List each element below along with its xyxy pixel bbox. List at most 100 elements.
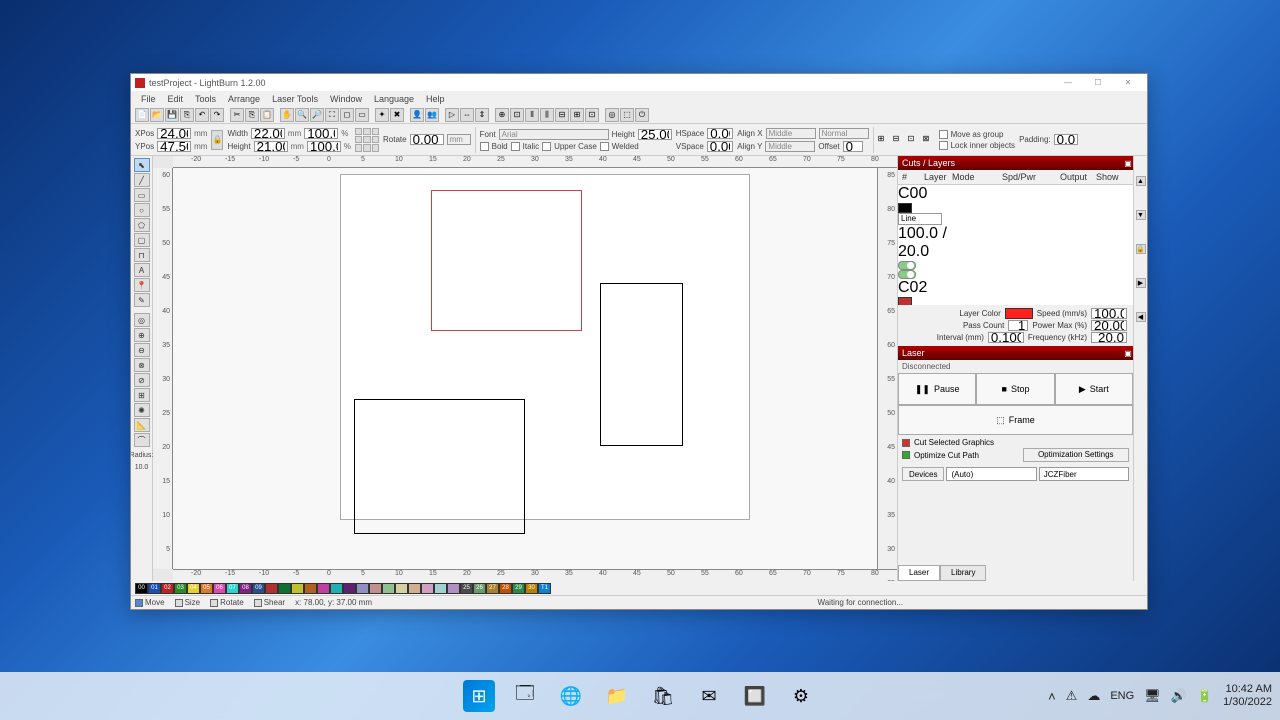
bool-a-tool[interactable]: ⊖	[134, 343, 150, 357]
save-button[interactable]: 💾	[165, 108, 179, 122]
rotate-unit[interactable]: mm	[447, 134, 471, 145]
maximize-button[interactable]: ☐	[1083, 78, 1113, 87]
zoomout-button[interactable]: 🔎	[310, 108, 324, 122]
palette-color[interactable]	[317, 583, 330, 594]
xpos-input[interactable]	[157, 128, 191, 139]
interval-input[interactable]	[988, 332, 1024, 343]
bool-b-tool[interactable]: ⊗	[134, 358, 150, 372]
tray-monitor-icon[interactable]: 🖥	[1144, 688, 1161, 704]
preview-button[interactable]: ▭	[355, 108, 369, 122]
tray-chevron-icon[interactable]: ˄	[1048, 689, 1056, 704]
vspace-input[interactable]	[707, 141, 733, 152]
tool-h[interactable]: ◎	[605, 108, 619, 122]
menu-arrange[interactable]: Arrange	[222, 94, 266, 104]
palette-color[interactable]	[278, 583, 291, 594]
lightburn-taskbar-icon[interactable]: 🔲	[739, 680, 771, 712]
height-input[interactable]	[254, 141, 288, 152]
offset-tool[interactable]: ◎	[134, 313, 150, 327]
palette-color[interactable]: 02	[161, 583, 174, 594]
width-input[interactable]	[251, 128, 285, 139]
tab-library[interactable]: Library	[940, 565, 986, 581]
upper-checkbox[interactable]	[542, 142, 551, 151]
measure-tool[interactable]: 📐	[134, 418, 150, 432]
move-mode-checkbox[interactable]	[135, 599, 143, 607]
tray-volume-icon[interactable]: 🔊	[1171, 688, 1187, 704]
align-f[interactable]: ⊞	[570, 108, 584, 122]
edge-icon[interactable]: 🌐	[555, 680, 587, 712]
zoomfit-button[interactable]: ⛶	[325, 108, 339, 122]
dist-d-icon[interactable]: ⊠	[923, 134, 935, 146]
undo-button[interactable]: ↶	[195, 108, 209, 122]
aligny-select[interactable]: Middle	[765, 141, 815, 152]
shape-black-rect-1[interactable]	[600, 283, 683, 446]
palette-color[interactable]: 27	[486, 583, 499, 594]
tab-laser[interactable]: Laser	[898, 565, 940, 581]
opt-path-checkbox[interactable]	[902, 451, 910, 459]
weld-tool[interactable]: ⊕	[134, 328, 150, 342]
menu-help[interactable]: Help	[420, 94, 451, 104]
new-button[interactable]: 📄	[135, 108, 149, 122]
port-select[interactable]: (Auto)	[946, 467, 1036, 481]
device-select[interactable]: JCZFiber	[1039, 467, 1129, 481]
array-tool[interactable]: ⊞	[134, 388, 150, 402]
palette-color[interactable]: 03	[174, 583, 187, 594]
palette-color[interactable]: 28	[499, 583, 512, 594]
menu-edit[interactable]: Edit	[162, 94, 190, 104]
move-group-checkbox[interactable]	[939, 130, 948, 139]
shear-mode-checkbox[interactable]	[254, 599, 262, 607]
size-mode-checkbox[interactable]	[175, 599, 183, 607]
palette-color[interactable]: 01	[148, 583, 161, 594]
width-pct-input[interactable]	[304, 128, 338, 139]
palette-color[interactable]: 05	[200, 583, 213, 594]
import-button[interactable]: ⎘	[180, 108, 194, 122]
palette-color[interactable]: 08	[239, 583, 252, 594]
menu-language[interactable]: Language	[368, 94, 420, 104]
select-tool[interactable]: ⬉	[134, 158, 150, 172]
output-toggle[interactable]	[898, 261, 916, 270]
panel-right-icon[interactable]: ▶	[1136, 278, 1146, 288]
align-e[interactable]: ⊟	[555, 108, 569, 122]
cuts-row[interactable]: C00 Line 100.0 / 20.0	[898, 185, 1133, 279]
align-g[interactable]: ⊡	[585, 108, 599, 122]
mirror-h-button[interactable]: ⇔	[460, 108, 474, 122]
palette-color[interactable]	[434, 583, 447, 594]
palette-color[interactable]	[265, 583, 278, 594]
cuts-row[interactable]: C02 Fill 100.0 / 20.0	[898, 279, 1133, 305]
palette-color[interactable]	[408, 583, 421, 594]
tool-j[interactable]: ⏻	[635, 108, 649, 122]
align-d[interactable]: ⫼	[540, 108, 554, 122]
menu-tools[interactable]: Tools	[189, 94, 222, 104]
palette-color[interactable]	[291, 583, 304, 594]
menu-laser-tools[interactable]: Laser Tools	[266, 94, 324, 104]
menu-file[interactable]: File	[135, 94, 162, 104]
dist-a-icon[interactable]: ⊞	[878, 134, 890, 146]
align-b[interactable]: ⊡	[510, 108, 524, 122]
align-a[interactable]: ⊕	[495, 108, 509, 122]
tray-cloud-icon[interactable]: ☁	[1087, 688, 1100, 704]
palette-color[interactable]: T1	[538, 583, 551, 594]
dist-c-icon[interactable]: ⊡	[908, 134, 920, 146]
start-button[interactable]: ⊞	[463, 680, 495, 712]
settings-icon[interactable]: ⚙	[785, 680, 817, 712]
line-tool[interactable]: ╱	[134, 173, 150, 187]
devices-button[interactable]: Devices	[902, 467, 944, 481]
palette-color[interactable]	[421, 583, 434, 594]
tray-battery-icon[interactable]: 🔋	[1197, 688, 1213, 704]
alignx-select[interactable]: Middle	[766, 128, 816, 139]
palette-color[interactable]	[304, 583, 317, 594]
palette-color[interactable]	[356, 583, 369, 594]
minimize-button[interactable]: —	[1053, 78, 1083, 87]
palette-color[interactable]	[343, 583, 356, 594]
bool-c-tool[interactable]: ⊘	[134, 373, 150, 387]
tool-e[interactable]: ▷	[445, 108, 459, 122]
offset-input[interactable]	[843, 141, 863, 152]
tool-d[interactable]: 👥	[425, 108, 439, 122]
welded-checkbox[interactable]	[600, 142, 609, 151]
tool-i[interactable]: ⬚	[620, 108, 634, 122]
mirror-v-button[interactable]: ⇕	[475, 108, 489, 122]
power-input[interactable]	[1091, 320, 1127, 331]
normal-select[interactable]: Normal	[819, 128, 869, 139]
rotate-input[interactable]	[410, 134, 444, 145]
tool-b[interactable]: ✖	[390, 108, 404, 122]
pass-input[interactable]	[1008, 320, 1028, 331]
